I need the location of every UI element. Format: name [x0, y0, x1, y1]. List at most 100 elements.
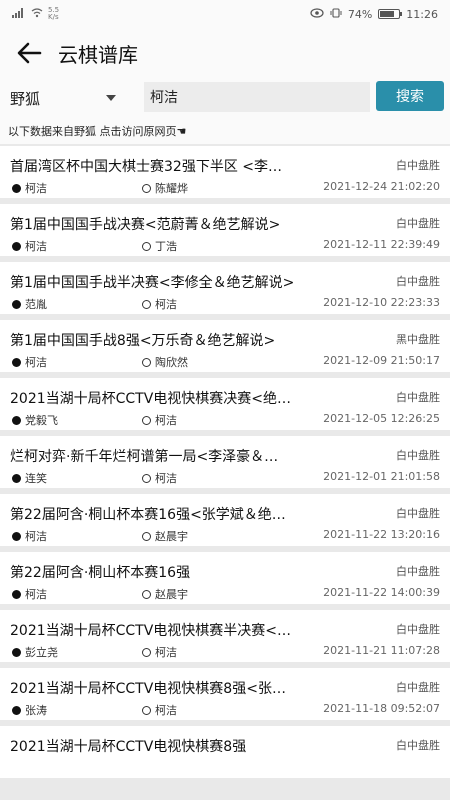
- game-item[interactable]: 2021当湖十局杯CCTV电视快棋赛决赛<绝… 白中盘胜 党毅飞 柯洁 2021-12-…: [0, 378, 450, 430]
- white-player: 陶欣然: [142, 354, 188, 370]
- black-stone-icon: [12, 473, 21, 483]
- game-result: 白中盘胜: [396, 623, 440, 636]
- black-stone-icon: [12, 241, 21, 251]
- source-select-value: 野狐: [10, 89, 41, 108]
- game-title: 首届湾区杯中国大棋士赛32强下半区 <李…: [10, 159, 282, 175]
- black-player: 连笑: [12, 470, 47, 486]
- white-player-name: 柯洁: [155, 646, 177, 659]
- black-player-name: 连笑: [25, 472, 47, 485]
- game-title: 第22届阿含·桐山杯本赛16强<张学斌＆绝…: [10, 507, 286, 523]
- black-player-name: 柯洁: [25, 530, 47, 543]
- game-item[interactable]: 2021当湖十局杯CCTV电视快棋赛8强<张… 白中盘胜 张涛 柯洁 2021-11-1…: [0, 668, 450, 720]
- white-stone-icon: [142, 299, 151, 309]
- black-stone-icon: [12, 357, 21, 367]
- game-result: 白中盘胜: [396, 275, 440, 288]
- black-stone-icon: [12, 531, 21, 541]
- white-player-name: 丁浩: [155, 240, 177, 253]
- game-title: 第1届中国国手战决赛<范蔚菁＆绝艺解说>: [10, 217, 281, 233]
- game-item[interactable]: 2021当湖十局杯CCTV电视快棋赛半决赛<… 白中盘胜彭立尧 柯洁 2021-11-…: [0, 610, 450, 662]
- black-player-name: 范胤: [25, 298, 47, 311]
- game-result: 白中盘胜: [396, 507, 440, 520]
- game-date: 2021-12-24 21:02:20: [323, 180, 440, 193]
- white-player: 柯洁: [142, 296, 177, 312]
- black-stone-icon: [12, 415, 21, 425]
- page-title: 云棋谱库: [58, 42, 138, 67]
- game-title: 第1届中国国手战半决赛<李修全＆绝艺解说>: [10, 275, 295, 291]
- white-player-name: 柯洁: [155, 298, 177, 311]
- white-player: 赵晨宇: [142, 586, 188, 602]
- game-item[interactable]: 第1届中国国手战8强<万乐奇＆绝艺解说> 黑中盘胜 柯洁 陶欣然 2021-12-09 …: [0, 320, 450, 372]
- caret-down-icon: [106, 95, 116, 101]
- white-stone-icon: [142, 531, 151, 541]
- game-date: 2021-12-05 12:26:25: [323, 412, 440, 425]
- source-notice-link[interactable]: 以下数据来自野狐 点击访问原网页☚: [0, 118, 450, 144]
- black-stone-icon: [12, 647, 21, 657]
- game-item[interactable]: 第1届中国国手战半决赛<李修全＆绝艺解说> 白中盘胜范胤 柯洁 2021-12-10 …: [0, 262, 450, 314]
- search-input[interactable]: [144, 82, 370, 112]
- white-player-name: 赵晨宇: [155, 530, 188, 543]
- black-player-name: 党毅飞: [25, 414, 58, 427]
- game-date: 2021-12-01 21:01:58: [323, 470, 440, 483]
- black-stone-icon: [12, 589, 21, 599]
- white-player-name: 陈耀烨: [155, 182, 188, 195]
- source-select[interactable]: 野狐: [10, 84, 122, 112]
- white-stone-icon: [142, 647, 151, 657]
- game-date: 2021-12-10 22:23:33: [323, 296, 440, 309]
- black-player: 柯洁: [12, 238, 47, 254]
- black-player: 党毅飞: [12, 412, 58, 428]
- black-player-name: 柯洁: [25, 240, 47, 253]
- battery-percent: 74%: [347, 7, 373, 21]
- game-title: 2021当湖十局杯CCTV电视快棋赛决赛<绝…: [10, 391, 292, 407]
- game-title: 2021当湖十局杯CCTV电视快棋赛8强: [10, 739, 247, 755]
- white-stone-icon: [142, 357, 151, 367]
- white-player: 柯洁: [142, 644, 177, 660]
- black-stone-icon: [12, 183, 21, 193]
- game-date: 2021-11-22 14:00:39: [323, 586, 440, 599]
- white-player: 柯洁: [142, 412, 177, 428]
- white-player: 柯洁: [142, 470, 177, 486]
- search-row: 野狐 搜索: [0, 78, 450, 118]
- white-player-name: 陶欣然: [155, 356, 188, 369]
- black-player: 柯洁: [12, 354, 47, 370]
- game-result: 白中盘胜: [396, 739, 440, 752]
- black-stone-icon: [12, 705, 21, 715]
- game-result: 白中盘胜: [396, 681, 440, 694]
- wifi-icon: [31, 7, 43, 21]
- black-player: 柯洁: [12, 180, 47, 196]
- black-player: 张涛: [12, 702, 47, 718]
- game-result: 白中盘胜: [396, 565, 440, 578]
- game-date: 2021-12-11 22:39:49: [323, 238, 440, 251]
- white-stone-icon: [142, 241, 151, 251]
- game-item[interactable]: 首届湾区杯中国大棋士赛32强下半区 <李… 白中盘胜 柯洁 陈耀烨 2021-12-24…: [0, 146, 450, 198]
- game-item[interactable]: 第22届阿含·桐山杯本赛16强 白中盘胜 柯洁 赵晨宇 2021-11-22 14:00…: [0, 552, 450, 604]
- game-result: 白中盘胜: [396, 449, 440, 462]
- battery-icon: [378, 9, 403, 19]
- white-player: 丁浩: [142, 238, 177, 254]
- white-stone-icon: [142, 473, 151, 483]
- arrow-left-icon[interactable]: [14, 38, 44, 68]
- black-player: 彭立尧: [12, 644, 58, 660]
- black-player: 范胤: [12, 296, 47, 312]
- clock: 11:26: [406, 7, 438, 21]
- game-item[interactable]: 2021当湖十局杯CCTV电视快棋赛8强 白中盘胜: [0, 726, 450, 778]
- game-result: 白中盘胜: [396, 217, 440, 230]
- search-button[interactable]: 搜索: [376, 81, 444, 111]
- game-title: 2021当湖十局杯CCTV电视快棋赛8强<张…: [10, 681, 286, 697]
- game-item[interactable]: 第1届中国国手战决赛<范蔚菁＆绝艺解说> 白中盘胜柯洁 丁浩 2021-12-11 2…: [0, 204, 450, 256]
- white-player-name: 柯洁: [155, 704, 177, 717]
- eye-icon: [310, 7, 324, 21]
- network-speed: 5.5 K/s: [48, 6, 60, 21]
- status-bar: 5.5 K/s 74% 11:26: [0, 0, 450, 28]
- game-list: 首届湾区杯中国大棋士赛32强下半区 <李… 白中盘胜 柯洁 陈耀烨 2021-12-24…: [0, 146, 450, 784]
- game-title: 第22届阿含·桐山杯本赛16强: [10, 565, 191, 581]
- game-title: 2021当湖十局杯CCTV电视快棋赛半决赛<…: [10, 623, 292, 639]
- game-date: 2021-11-21 11:07:28: [323, 644, 440, 657]
- white-player: 赵晨宇: [142, 528, 188, 544]
- white-stone-icon: [142, 183, 151, 193]
- game-date: 2021-12-09 21:50:17: [323, 354, 440, 367]
- white-player: 柯洁: [142, 702, 177, 718]
- black-player-name: 张涛: [25, 704, 47, 717]
- game-item[interactable]: 第22届阿含·桐山杯本赛16强<张学斌＆绝… 白中盘胜 柯洁 赵晨宇 2021-11-2…: [0, 494, 450, 546]
- game-item[interactable]: 烂柯对弈·新千年烂柯谱第一局<李泽豪＆… 白中盘胜 连笑 柯洁 2021-12-01 2…: [0, 436, 450, 488]
- white-stone-icon: [142, 705, 151, 715]
